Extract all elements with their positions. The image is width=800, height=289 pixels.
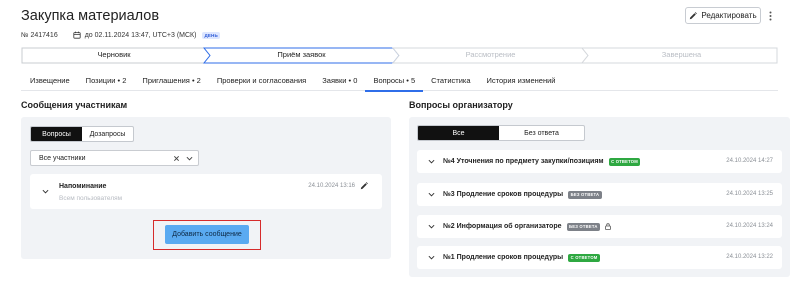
- step-accepting: Приём заявок: [277, 50, 326, 59]
- tab-applications[interactable]: Заявки • 0: [314, 71, 365, 91]
- pencil-icon[interactable]: [360, 182, 368, 190]
- question-title: №3 Продление сроков процедуры: [443, 191, 564, 198]
- toggle-unanswered[interactable]: Без ответа: [499, 126, 584, 140]
- chevron-down-icon[interactable]: [428, 159, 435, 164]
- question-row[interactable]: №3 Продление сроков процедуры БЕЗ ОТВЕТА…: [417, 183, 782, 206]
- message-title: Напоминание: [59, 183, 107, 190]
- questions-section-title: Вопросы организатору: [409, 100, 513, 110]
- messages-section-title: Сообщения участникам: [21, 100, 128, 110]
- status-badge: С ОТВЕТОМ: [608, 157, 641, 166]
- participants-select[interactable]: Все участники: [30, 150, 199, 166]
- messages-panel: Вопросы Дозапросы Все участники Напомина…: [21, 117, 391, 259]
- tab-notice[interactable]: Извещение: [21, 71, 78, 91]
- questions-panel: Все Без ответа №4 Уточнения по предмету …: [409, 117, 790, 277]
- chevron-down-icon[interactable]: [428, 192, 435, 197]
- procurement-number: № 2417416: [21, 31, 58, 39]
- status-stepper: Черновик Приём заявок Рассмотрение Завер…: [21, 47, 778, 64]
- edit-button-label: Редактировать: [701, 11, 757, 20]
- question-row[interactable]: №1 Продление сроков процедуры С ОТВЕТОМ …: [417, 246, 782, 269]
- status-badge: БЕЗ ОТВЕТА: [566, 222, 601, 231]
- question-title: №2 Информация об организаторе: [443, 223, 562, 230]
- deadline-text: до 02.11.2024 13:47, UTC+3 (МСК): [84, 31, 197, 39]
- status-badge: С ОТВЕТОМ: [568, 253, 600, 262]
- tab-bar: Извещение Позиции • 2 Приглашения • 2 Пр…: [21, 71, 778, 92]
- add-message-button[interactable]: Добавить сообщение: [165, 225, 249, 244]
- calendar-icon: [73, 31, 81, 39]
- page-title: Закупка материалов: [21, 8, 160, 24]
- chevron-down-icon[interactable]: [428, 255, 435, 260]
- step-draft: Черновик: [97, 50, 131, 59]
- message-subtitle: Всем пользователям: [59, 195, 123, 202]
- toggle-questions[interactable]: Вопросы: [31, 127, 82, 141]
- pencil-icon: [689, 11, 698, 20]
- chevron-down-icon[interactable]: [428, 224, 435, 229]
- question-row[interactable]: №4 Уточнения по предмету закупки/позиция…: [417, 150, 782, 173]
- tab-positions[interactable]: Позиции • 2: [78, 71, 135, 91]
- question-time: 24.10.2024 13:22: [726, 254, 773, 260]
- question-title: №1 Продление сроков процедуры: [443, 254, 564, 261]
- chevron-down-icon[interactable]: [186, 156, 193, 161]
- clear-icon[interactable]: [173, 155, 180, 162]
- message-time: 24.10.2024 13:16: [308, 183, 355, 189]
- step-completed: Завершена: [661, 50, 702, 59]
- question-title: №4 Уточнения по предмету закупки/позиция…: [443, 158, 604, 165]
- step-review: Рассмотрение: [465, 50, 516, 59]
- lock-icon: [605, 223, 611, 230]
- questions-toggle: Все Без ответа: [417, 125, 585, 141]
- day-badge: ДЕНЬ: [202, 31, 220, 39]
- messages-toggle: Вопросы Дозапросы: [30, 126, 134, 142]
- toggle-all[interactable]: Все: [418, 126, 500, 140]
- tab-history[interactable]: История изменений: [479, 71, 564, 91]
- procurement-meta: № 2417416 до 02.11.2024 13:47, UTC+3 (МС…: [21, 31, 220, 39]
- chevron-down-icon[interactable]: [42, 189, 49, 194]
- participants-select-value: Все участники: [39, 154, 86, 162]
- more-vertical-icon[interactable]: [766, 8, 774, 24]
- message-card[interactable]: Напоминание Всем пользователям 24.10.202…: [30, 174, 382, 209]
- tab-checks[interactable]: Проверки и согласования: [209, 71, 314, 91]
- tab-questions[interactable]: Вопросы • 5: [365, 71, 423, 92]
- question-time: 24.10.2024 13:25: [726, 191, 773, 197]
- question-row[interactable]: №2 Информация об организаторе БЕЗ ОТВЕТА…: [417, 215, 782, 238]
- toggle-requests[interactable]: Дозапросы: [82, 127, 133, 141]
- question-time: 24.10.2024 13:24: [726, 223, 773, 229]
- tab-invitations[interactable]: Приглашения • 2: [134, 71, 208, 91]
- status-badge: БЕЗ ОТВЕТА: [568, 190, 602, 199]
- edit-button[interactable]: Редактировать: [685, 7, 761, 24]
- tab-statistics[interactable]: Статистика: [423, 71, 478, 91]
- question-time: 24.10.2024 14:27: [726, 158, 773, 164]
